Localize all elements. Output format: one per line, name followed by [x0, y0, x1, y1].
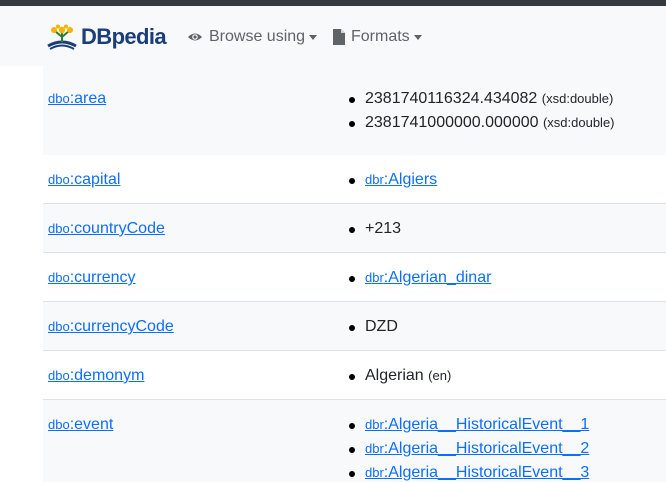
property-cell: dbo:currency: [48, 266, 136, 290]
table-row: dbo:currency dbr:Algerian_dinar: [43, 253, 666, 302]
list-item: dbr:Algerian_dinar: [347, 266, 491, 290]
property-link-area[interactable]: dbo:area: [48, 90, 106, 107]
value-list: Algerian (en): [347, 364, 451, 388]
list-item: Algerian (en): [347, 364, 451, 388]
brand-name: DBpedia: [81, 24, 167, 49]
formats-dropdown[interactable]: Formats: [333, 26, 422, 48]
formats-label: Formats: [351, 28, 410, 45]
list-item: DZD: [347, 315, 398, 339]
property-cell: dbo:event: [48, 413, 113, 437]
table-row: dbo:demonym Algerian (en): [43, 351, 666, 400]
properties-table: dbo:area 2381740116324.434082 (xsd:doubl…: [43, 66, 666, 482]
table-row: dbo:area 2381740116324.434082 (xsd:doubl…: [43, 66, 666, 156]
property-link-demonym[interactable]: dbo:demonym: [48, 367, 144, 384]
chevron-down-icon: [309, 35, 318, 40]
property-link-event[interactable]: dbo:event: [48, 416, 113, 433]
dbpedia-logo[interactable]: DBpedia: [46, 22, 167, 52]
browse-using-dropdown[interactable]: Browse using: [187, 26, 318, 48]
property-link-capital[interactable]: dbo:capital: [48, 171, 120, 188]
table-row: dbo:countryCode +213: [43, 204, 666, 253]
value-link-historical-event-2[interactable]: dbr:Algeria__HistoricalEvent__2: [365, 440, 589, 457]
property-cell: dbo:capital: [48, 168, 120, 192]
browse-using-label: Browse using: [209, 28, 306, 45]
chevron-down-icon: [413, 35, 422, 40]
value-list: dbr:Algeria__HistoricalEvent__1 dbr:Alge…: [347, 413, 589, 482]
property-cell: dbo:demonym: [48, 364, 144, 388]
list-item: dbr:Algiers: [347, 168, 437, 192]
property-cell: dbo:currencyCode: [48, 315, 174, 339]
value-list: dbr:Algerian_dinar: [347, 266, 491, 290]
list-item: 2381740116324.434082 (xsd:double): [347, 87, 615, 111]
property-link-countrycode[interactable]: dbo:countryCode: [48, 220, 165, 237]
value-list: 2381740116324.434082 (xsd:double) 238174…: [347, 87, 615, 135]
value-list: +213: [347, 217, 401, 241]
value-list: dbr:Algiers: [347, 168, 437, 192]
property-cell: dbo:area: [48, 87, 106, 111]
value-link-historical-event-3[interactable]: dbr:Algeria__HistoricalEvent__3: [365, 464, 589, 481]
list-item: dbr:Algeria__HistoricalEvent__1: [347, 413, 589, 437]
table-row: dbo:event dbr:Algeria__HistoricalEvent__…: [43, 400, 666, 482]
property-link-currency[interactable]: dbo:currency: [48, 269, 136, 286]
list-item: 2381741000000.000000 (xsd:double): [347, 111, 615, 135]
value-link-algerian-dinar[interactable]: dbr:Algerian_dinar: [365, 269, 491, 286]
list-item: +213: [347, 217, 401, 241]
document-icon: [333, 29, 345, 45]
navbar: DBpedia Browse using Formats: [0, 6, 666, 66]
list-item: dbr:Algeria__HistoricalEvent__2: [347, 437, 589, 461]
property-cell: dbo:countryCode: [48, 217, 165, 241]
value-list: DZD: [347, 315, 398, 339]
list-item: dbr:Algeria__HistoricalEvent__3: [347, 461, 589, 482]
dbpedia-logo-icon: [47, 24, 77, 50]
table-row: dbo:currencyCode DZD: [43, 302, 666, 351]
table-row: dbo:capital dbr:Algiers: [43, 155, 666, 204]
value-link-algiers[interactable]: dbr:Algiers: [365, 171, 437, 188]
property-link-currencycode[interactable]: dbo:currencyCode: [48, 318, 174, 335]
eye-icon: [188, 33, 202, 41]
value-link-historical-event-1[interactable]: dbr:Algeria__HistoricalEvent__1: [365, 416, 589, 433]
